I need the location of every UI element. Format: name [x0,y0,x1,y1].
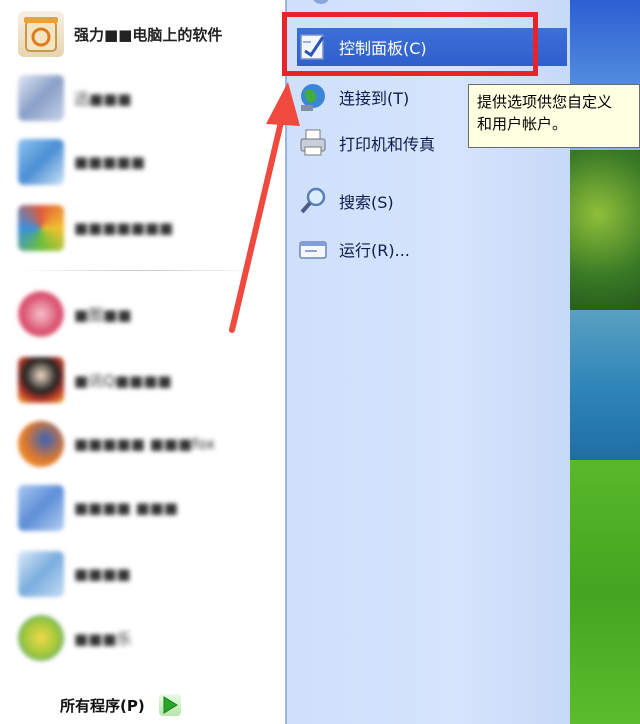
program-label: ■图■■ [74,305,132,324]
recycle-bin-icon [18,11,64,57]
image-viewer-icon [18,291,64,337]
program-label: ■讯Q■■■■ [74,371,172,390]
program-label: 迅■■■ [74,89,132,108]
partial-icon [313,0,329,4]
search-item[interactable]: 搜索(S) [297,182,567,220]
program-label: ■■■■■ [74,153,145,171]
program-item[interactable]: ■■■■ [12,546,277,602]
document-icon [18,75,64,121]
run-icon [297,233,329,265]
program-item[interactable]: 迅■■■ [12,70,277,126]
all-programs-button[interactable]: 所有程序(P) [60,690,260,720]
tooltip-line: 和用户帐户。 [477,115,568,133]
search-icon [297,185,329,217]
program-label: ■■■■ ■■■ [74,499,178,517]
globe-network-icon [297,81,329,113]
program-label: ■■■■ [74,565,131,583]
music-icon [18,615,64,661]
app-icon [18,139,64,185]
program-item[interactable]: 强力■■电脑上的软件 [12,6,277,62]
program-item[interactable]: ■■■■■■■ [12,200,277,256]
program-label: ■■■■■ ■■■fox [74,435,216,453]
item-label: 连接到(T) [339,89,410,108]
file-icon [18,551,64,597]
qq-penguin-icon [18,357,64,403]
item-label: 运行(R)... [339,241,410,260]
program-item[interactable]: ■■■■ ■■■ [12,480,277,536]
program-item[interactable]: ■■■■■ [12,134,277,190]
start-menu-program-list: 强力■■电脑上的软件 迅■■■ ■■■■■ ■■■■■■■ ■图■■ ■讯Q■■… [0,0,286,724]
blue-app-icon [18,485,64,531]
run-item[interactable]: 运行(R)... [297,230,567,268]
firefox-icon [18,421,64,467]
printer-icon [297,127,329,159]
item-label: 搜索(S) [339,193,394,212]
program-label: ■■■■■■■ [74,219,174,237]
tooltip-line: 提供选项供您自定义 [477,93,613,111]
colorful-app-icon [18,205,64,251]
red-highlight-box [282,12,538,76]
program-item[interactable]: ■■■乐 [12,610,277,666]
program-item[interactable]: ■■■■■ ■■■fox [12,416,277,472]
program-item[interactable]: ■讯Q■■■■ [12,352,277,408]
tooltip: 提供选项供您自定义 和用户帐户。 [468,84,640,148]
all-programs-label: 所有程序(P) [60,696,145,715]
program-label: ■■■乐 [74,629,132,648]
program-item[interactable]: ■图■■ [12,286,277,342]
play-arrow-icon [158,694,181,716]
item-label: 打印机和传真 [339,135,436,154]
separator [20,270,265,271]
program-label: 强力■■电脑上的软件 [74,25,223,44]
